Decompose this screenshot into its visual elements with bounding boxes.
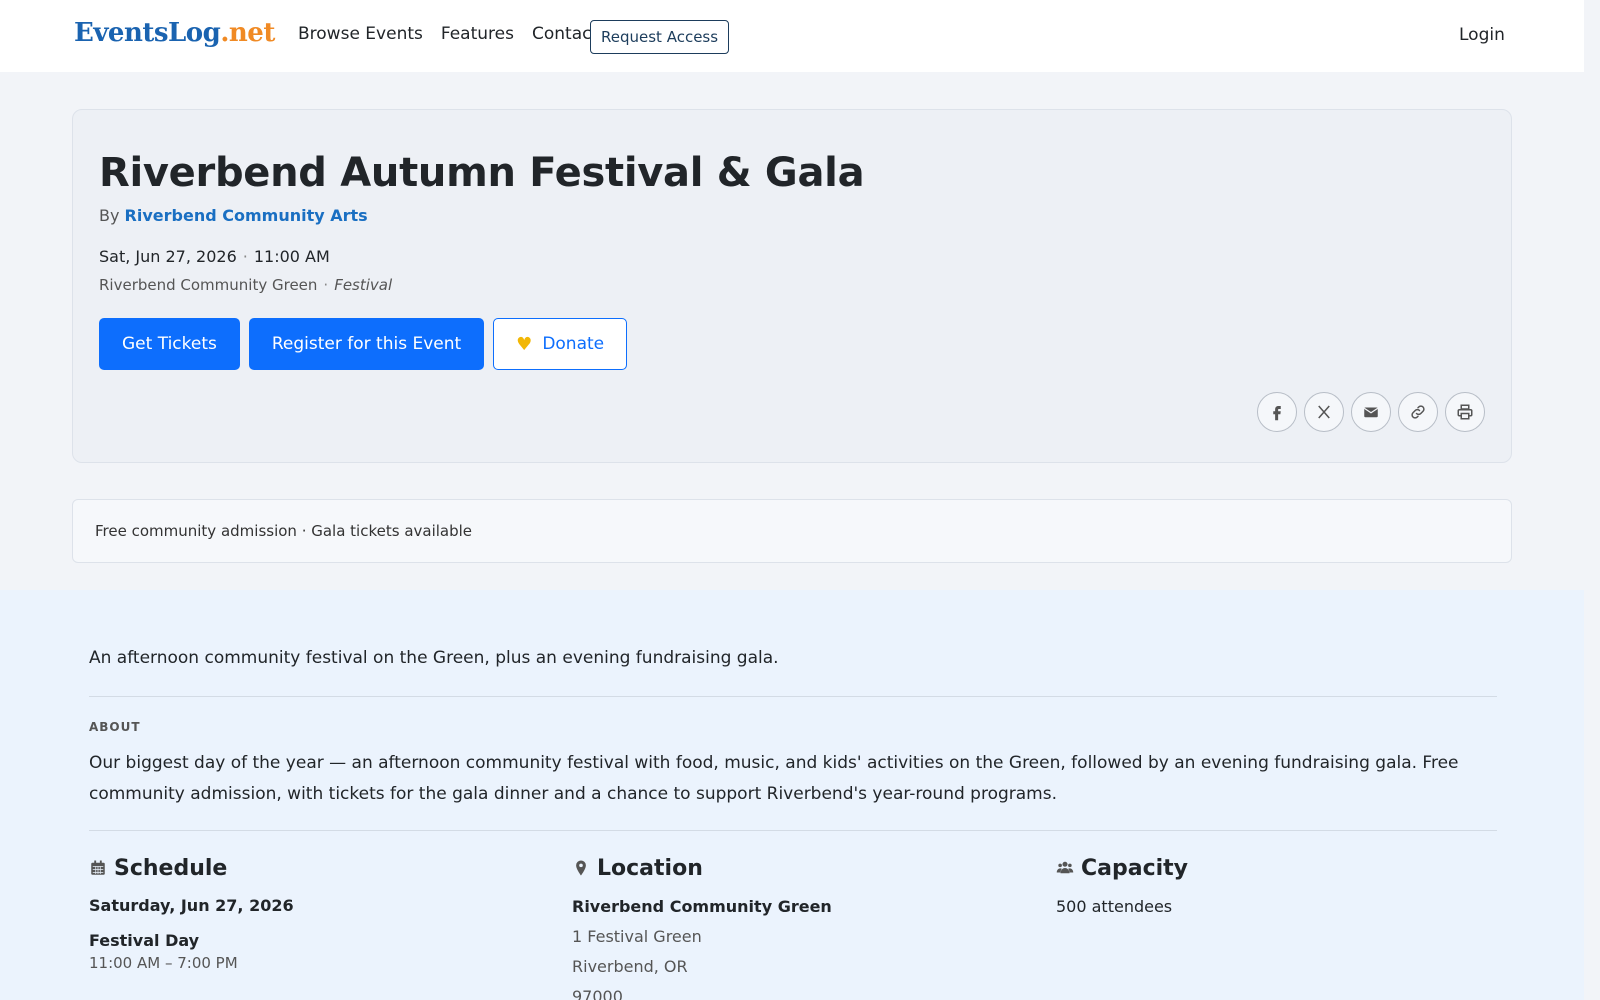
facebook-share-button[interactable] (1257, 392, 1297, 432)
schedule-column: Schedule Saturday, Jun 27, 2026 Festival… (89, 854, 529, 973)
event-category: Festival (334, 276, 393, 294)
price-note-bar: Free community admission · Gala tickets … (72, 499, 1512, 563)
brand-tld: .net (220, 18, 275, 48)
event-time: 11:00 AM (253, 247, 330, 266)
email-share-button[interactable] (1351, 392, 1391, 432)
email-icon (1363, 407, 1379, 418)
schedule-item-time: 11:00 AM – 7:00 PM (89, 954, 238, 972)
x-icon (1318, 405, 1330, 419)
schedule-item-name: Festival Day (89, 931, 200, 950)
event-action-buttons: Get Tickets Register for this Event ♥ Do… (99, 318, 636, 370)
schedule-heading: Schedule (89, 854, 529, 882)
event-venue: Riverbend Community Green (99, 276, 318, 294)
location-heading: Location (572, 854, 1012, 882)
login-link[interactable]: Login (1459, 25, 1505, 45)
schedule-title: Schedule (114, 855, 228, 881)
location-column: Location Riverbend Community Green 1 Fes… (572, 854, 1012, 1000)
price-note: Free community admission · Gala tickets … (95, 522, 473, 540)
get-tickets-button[interactable]: Get Tickets (99, 318, 240, 370)
request-access-button[interactable]: Request Access (590, 20, 730, 54)
location-name: Riverbend Community Green (572, 897, 832, 916)
about-text: Our biggest day of the year — an afterno… (89, 753, 1459, 804)
copy-link-button[interactable] (1398, 392, 1438, 432)
brand-name: EventsLog (74, 18, 221, 48)
location-title: Location (597, 855, 703, 881)
separator-dot: · (323, 276, 329, 294)
schedule-day: Saturday, Jun 27, 2026 (89, 896, 294, 915)
brand-logo[interactable]: EventsLog.net (74, 18, 275, 48)
event-organizer-line: By Riverbend Community Arts (99, 206, 368, 225)
event-summary: An afternoon community festival on the G… (89, 648, 779, 668)
divider (89, 830, 1497, 831)
capacity-title: Capacity (1081, 855, 1189, 881)
heart-icon: ♥ (516, 333, 533, 355)
organizer-link[interactable]: Riverbend Community Arts (125, 206, 368, 225)
location-zip: 97000 (572, 987, 623, 1000)
nav-link-contact[interactable]: Contact (532, 24, 598, 44)
register-button[interactable]: Register for this Event (248, 318, 485, 370)
map-pin-icon (576, 860, 586, 876)
event-date: Sat, Jun 27, 2026 (99, 247, 237, 266)
location-address-line2: Riverbend, OR (572, 957, 688, 976)
nav-link-features[interactable]: Features (441, 24, 514, 44)
separator-dot: · (242, 247, 248, 266)
nav-link-browse-events[interactable]: Browse Events (298, 24, 423, 44)
event-hero-card: Riverbend Autumn Festival & Gala By Rive… (72, 109, 1512, 463)
donate-button[interactable]: ♥ Donate (493, 318, 628, 370)
donate-label: Donate (542, 334, 605, 354)
capacity-value: 500 attendees (1056, 897, 1173, 916)
users-icon (1056, 861, 1074, 874)
capacity-heading: Capacity (1056, 854, 1496, 882)
calendar-icon (91, 860, 105, 875)
event-datetime: Sat, Jun 27, 2026 · 11:00 AM (99, 247, 330, 266)
event-venue-line: Riverbend Community Green · Festival (99, 276, 392, 294)
event-title: Riverbend Autumn Festival & Gala (99, 150, 865, 196)
share-buttons (1250, 392, 1485, 432)
print-button[interactable] (1445, 392, 1485, 432)
location-address-line1: 1 Festival Green (572, 927, 702, 946)
capacity-column: Capacity 500 attendees (1056, 854, 1496, 917)
x-share-button[interactable] (1304, 392, 1344, 432)
facebook-icon (1273, 406, 1281, 421)
top-navbar: EventsLog.net Browse Events Features Con… (0, 0, 1584, 72)
main-nav: Browse Events Features Contact (298, 24, 616, 44)
print-icon (1457, 404, 1473, 420)
link-icon (1411, 405, 1425, 419)
event-details-section: An afternoon community festival on the G… (0, 590, 1584, 1000)
organizer-prefix: By (99, 206, 120, 225)
divider (89, 696, 1497, 697)
about-label: ABOUT (89, 720, 141, 734)
